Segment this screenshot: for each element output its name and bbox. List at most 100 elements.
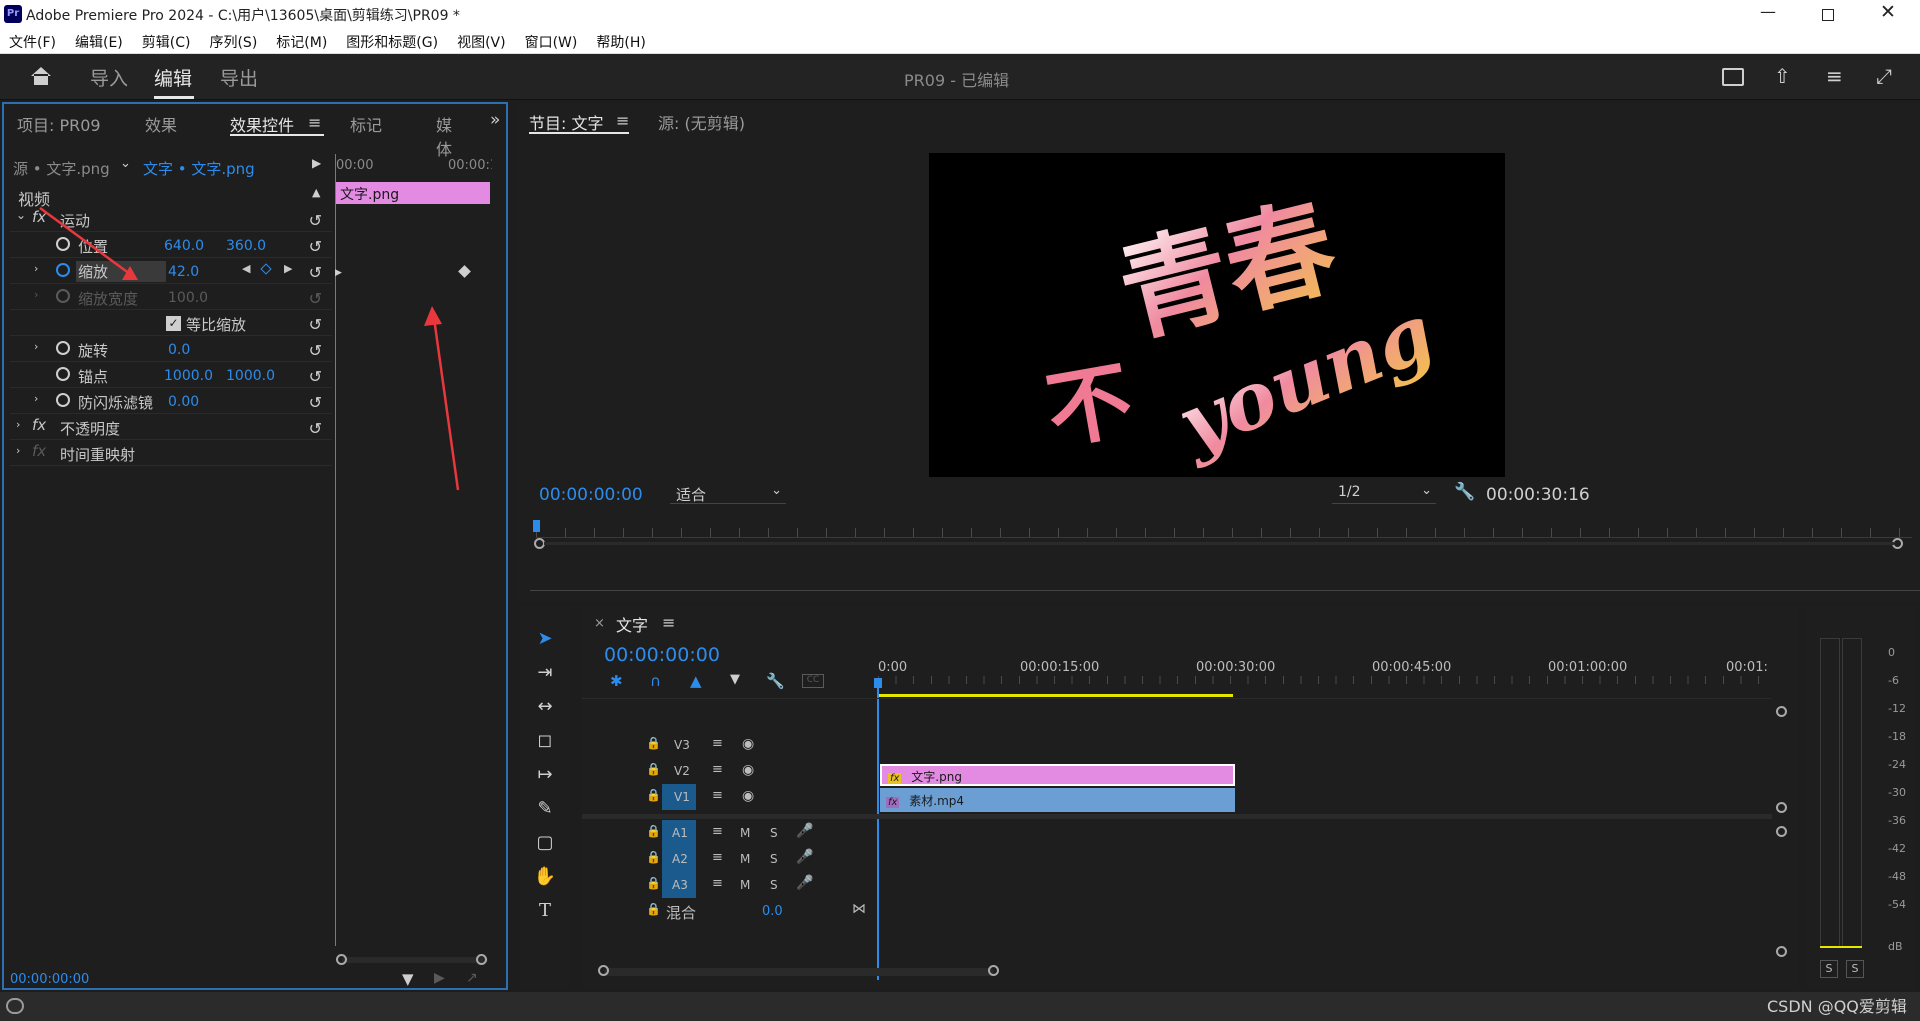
solo-right-button[interactable]: S <box>1846 960 1864 978</box>
linked-selection-icon[interactable]: ∩ <box>650 672 661 690</box>
filter-icon[interactable]: ▼ <box>402 970 414 988</box>
timeline-settings-icon[interactable]: 🔧 <box>766 672 785 690</box>
lock-icon[interactable]: 🔒 <box>646 876 661 890</box>
h-scroll-handle-right[interactable] <box>988 965 999 976</box>
track-select-tool-icon[interactable]: ⇥ <box>532 662 558 688</box>
zoom-fit-dropdown[interactable]: 适合 ⌄ <box>670 482 786 504</box>
slip-tool-icon[interactable]: ↦ <box>532 764 558 790</box>
marker-icon[interactable]: ▼ <box>730 672 740 687</box>
menu-edit[interactable]: 编辑(E) <box>66 28 133 52</box>
program-playhead[interactable] <box>533 520 540 532</box>
export-icon[interactable]: ↗ <box>466 970 478 986</box>
mix-value[interactable]: 0.0 <box>762 904 783 919</box>
menu-view[interactable]: 视图(V) <box>448 28 516 52</box>
lock-icon[interactable]: 🔒 <box>646 788 661 802</box>
v-scroll-handle-top[interactable] <box>1776 706 1787 717</box>
pen-tool-icon[interactable]: ✎ <box>532 798 558 824</box>
clip-source-mp4[interactable]: fx 素材.mp4 <box>880 788 1235 812</box>
timeline-close-icon[interactable]: × <box>594 616 605 631</box>
zoom-scroll-bar[interactable] <box>544 542 1894 545</box>
mute-button[interactable]: M <box>740 878 750 892</box>
selection-tool-icon[interactable]: ➤ <box>532 628 558 654</box>
workspace-export[interactable]: 导出 <box>220 64 258 91</box>
tab-source[interactable]: 源: (无剪辑) <box>658 110 745 134</box>
solo-button[interactable]: S <box>770 878 778 892</box>
track-v3-name[interactable]: V3 <box>674 738 690 752</box>
workspace-import[interactable]: 导入 <box>90 64 128 91</box>
v-scroll-handle-bottom[interactable] <box>1776 802 1787 813</box>
resolution-dropdown[interactable]: 1/2 ⌄ <box>1332 482 1436 504</box>
program-timecode[interactable]: 00:00:00:00 <box>539 485 643 505</box>
program-video-frame[interactable]: 青春 不 young <box>929 153 1505 477</box>
eye-icon[interactable]: ◉ <box>742 788 754 804</box>
lock-icon[interactable]: 🔒 <box>646 824 661 838</box>
menu-help[interactable]: 帮助(H) <box>587 28 655 52</box>
sync-lock-icon[interactable]: ≡ <box>712 850 723 865</box>
menu-clip[interactable]: 剪辑(C) <box>133 28 201 52</box>
h-scroll-handle-left[interactable] <box>598 965 609 976</box>
mini-scrollbar[interactable] <box>342 957 488 963</box>
play-audio-icon[interactable]: ▶ <box>434 970 445 986</box>
tab-timeline[interactable]: 文字 <box>616 612 648 636</box>
sync-lock-icon[interactable]: ≡ <box>712 788 723 803</box>
microphone-icon[interactable]: 🎤 <box>796 823 813 839</box>
menu-markers[interactable]: 标记(M) <box>267 28 337 52</box>
timeline-timecode[interactable]: 00:00:00:00 <box>604 644 720 666</box>
lock-icon[interactable]: 🔒 <box>646 736 661 750</box>
add-marker-icon[interactable]: ▲ <box>690 672 702 690</box>
home-icon[interactable] <box>30 66 52 86</box>
timeline-ruler-ticks[interactable] <box>878 676 1772 684</box>
microphone-icon[interactable]: 🎤 <box>796 849 813 865</box>
a-scroll-handle-top[interactable] <box>1776 826 1787 837</box>
timeline-menu-icon[interactable]: ≡ <box>662 613 675 632</box>
h-scroll-bar[interactable] <box>604 968 994 976</box>
mini-scroll-handle-left[interactable] <box>336 954 347 965</box>
sync-lock-icon[interactable]: ≡ <box>712 876 723 891</box>
settings-wrench-icon[interactable]: 🔧 <box>1454 482 1475 502</box>
minimize-button[interactable]: — <box>1760 2 1776 21</box>
tab-program[interactable]: 节目: 文字 <box>529 110 603 134</box>
snap-icon[interactable]: ✱ <box>610 672 623 690</box>
hand-tool-icon[interactable]: ✋ <box>532 866 558 892</box>
program-scrubber-ruler[interactable] <box>536 528 1912 538</box>
eye-icon[interactable]: ◉ <box>742 762 754 778</box>
mix-bowtie-icon[interactable]: ⋈ <box>852 901 866 917</box>
creative-cloud-icon[interactable] <box>6 998 24 1014</box>
rectangle-tool-icon[interactable]: ▢ <box>532 832 558 858</box>
a-scroll-handle-bottom[interactable] <box>1776 946 1787 957</box>
captions-icon[interactable]: CC <box>802 674 824 688</box>
menu-sequence[interactable]: 序列(S) <box>200 28 267 52</box>
solo-button[interactable]: S <box>770 852 778 866</box>
quick-export-icon[interactable] <box>1722 68 1744 86</box>
mini-scroll-handle-right[interactable] <box>476 954 487 965</box>
menu-graphics[interactable]: 图形和标题(G) <box>337 28 448 52</box>
track-a1-name[interactable]: A1 <box>662 820 696 846</box>
work-area-bar[interactable] <box>878 694 1233 697</box>
lock-icon[interactable]: 🔒 <box>646 902 661 916</box>
track-v1-name[interactable]: V1 <box>662 784 696 810</box>
microphone-icon[interactable]: 🎤 <box>796 875 813 891</box>
share-icon[interactable]: ⇧ <box>1774 64 1791 88</box>
lock-icon[interactable]: 🔒 <box>646 762 661 776</box>
restore-button[interactable] <box>1822 9 1834 21</box>
menu-window[interactable]: 窗口(W) <box>516 28 588 52</box>
sync-lock-icon[interactable]: ≡ <box>712 762 723 777</box>
workspace-edit[interactable]: 编辑 <box>154 64 192 91</box>
razor-tool-icon[interactable]: ◻ <box>532 730 558 756</box>
menu-file[interactable]: 文件(F) <box>0 28 66 52</box>
eye-icon[interactable]: ◉ <box>742 736 754 752</box>
program-menu-icon[interactable]: ≡ <box>616 111 629 130</box>
mute-button[interactable]: M <box>740 852 750 866</box>
workspaces-menu-icon[interactable]: ≡ <box>1826 64 1843 88</box>
sync-lock-icon[interactable]: ≡ <box>712 824 723 839</box>
lock-icon[interactable]: 🔒 <box>646 850 661 864</box>
mute-button[interactable]: M <box>740 826 750 840</box>
effect-controls-timecode[interactable]: 00:00:00:00 <box>10 972 89 987</box>
track-a3-name[interactable]: A3 <box>662 872 696 898</box>
close-button[interactable]: ✕ <box>1880 1 1896 23</box>
timeline-playhead-head[interactable] <box>874 678 882 688</box>
solo-left-button[interactable]: S <box>1820 960 1838 978</box>
type-tool-icon[interactable]: T <box>532 900 558 926</box>
solo-button[interactable]: S <box>770 826 778 840</box>
fullscreen-icon[interactable]: ⤢ <box>1876 64 1892 88</box>
